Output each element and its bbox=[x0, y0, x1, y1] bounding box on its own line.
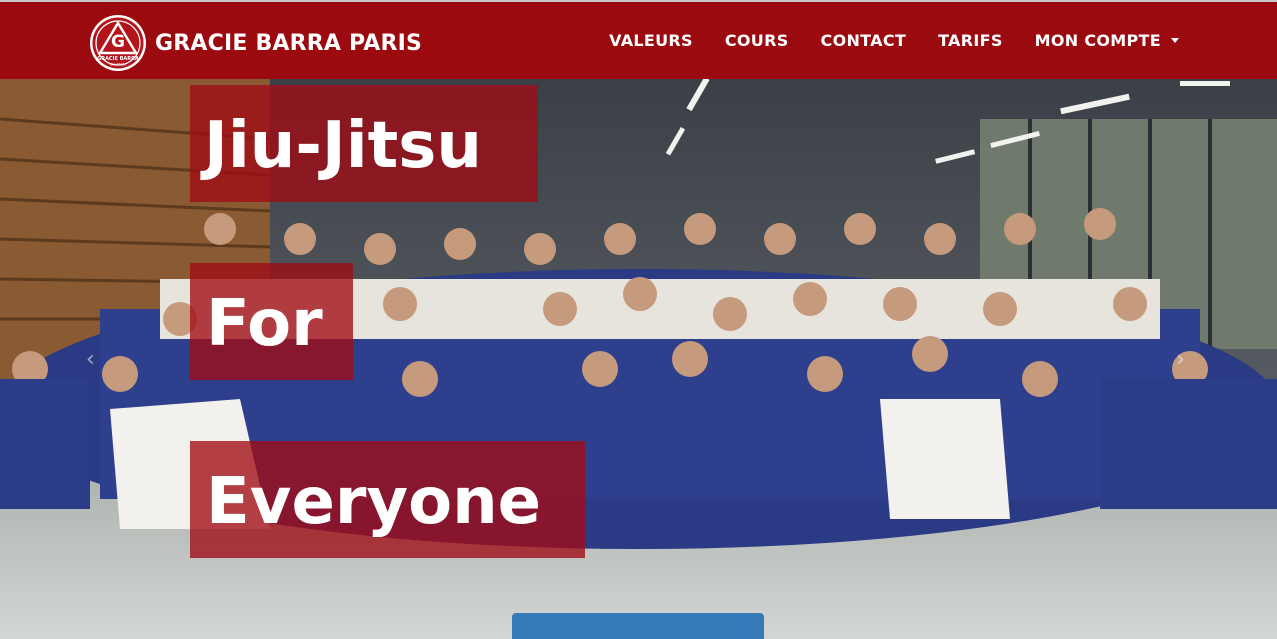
nav-item-tarifs[interactable]: TARIFS bbox=[938, 31, 1003, 50]
headline-line-1: Jiu-Jitsu bbox=[190, 85, 538, 202]
chevron-down-icon bbox=[1171, 38, 1179, 43]
svg-text:JIU-JITSU: JIU-JITSU bbox=[109, 63, 126, 67]
headline-line-3: Everyone bbox=[190, 441, 585, 558]
headline-line-2: For bbox=[190, 263, 353, 380]
top-navbar: G GRACIE BARRA JIU-JITSU GRACIE BARRA PA… bbox=[0, 0, 1277, 79]
svg-text:G: G bbox=[111, 32, 125, 52]
nav-item-mon-compte[interactable]: MON COMPTE bbox=[1035, 31, 1179, 50]
hero-cta-button[interactable] bbox=[512, 613, 764, 639]
nav-item-cours[interactable]: COURS bbox=[725, 31, 789, 50]
nav-item-contact[interactable]: CONTACT bbox=[821, 31, 907, 50]
carousel-prev-icon[interactable]: ‹ bbox=[86, 347, 95, 372]
gracie-barra-logo-icon: G GRACIE BARRA JIU-JITSU bbox=[90, 15, 146, 71]
brand-name: GRACIE BARRA PARIS bbox=[155, 30, 423, 56]
page: G GRACIE BARRA JIU-JITSU GRACIE BARRA PA… bbox=[0, 0, 1277, 639]
main-nav: VALEURS COURS CONTACT TARIFS MON COMPTE bbox=[609, 2, 1179, 79]
hero-carousel: Jiu-Jitsu For Everyone ‹ › bbox=[0, 79, 1277, 639]
nav-item-valeurs[interactable]: VALEURS bbox=[609, 31, 693, 50]
carousel-next-icon[interactable]: › bbox=[1176, 347, 1185, 372]
brand-link[interactable]: G GRACIE BARRA JIU-JITSU GRACIE BARRA PA… bbox=[89, 14, 422, 72]
svg-text:GRACIE BARRA: GRACIE BARRA bbox=[97, 56, 139, 62]
